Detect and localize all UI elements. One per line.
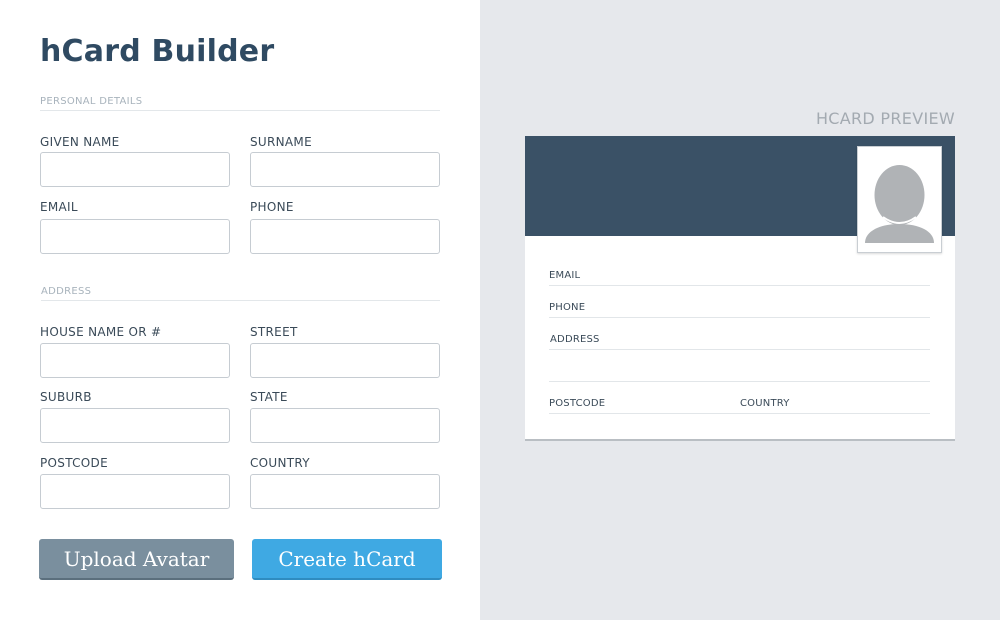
phone-input[interactable] [250,219,440,254]
country-label: COUNTRY [250,456,310,470]
postcode-label: POSTCODE [40,456,108,470]
hcard-phone-label: PHONE [549,302,586,313]
hcard-postcode-label: POSTCODE [549,398,606,409]
phone-label: PHONE [250,200,294,214]
email-input[interactable] [40,219,230,254]
surname-input[interactable] [250,152,440,187]
avatar [857,146,942,253]
section-address: ADDRESS [41,286,440,301]
user-silhouette-icon [858,147,941,252]
hcard-address-line2-row [549,364,930,382]
postcode-input[interactable] [40,474,230,509]
hcard-address-row: ADDRESS [549,332,930,350]
house-label: HOUSE NAME OR # [40,325,162,339]
hcard-preview: EMAIL PHONE ADDRESS POSTCODE COUNTRY [525,136,955,441]
state-label: STATE [250,390,288,404]
surname-label: SURNAME [250,135,312,149]
hcard-phone-row: PHONE [549,300,930,318]
create-hcard-button[interactable]: Create hCard [252,539,442,580]
state-input[interactable] [250,408,440,443]
section-personal-details: PERSONAL DETAILS [40,96,440,111]
preview-panel: HCARD PREVIEW EMAIL PHONE ADDRESS POSTCO… [480,0,1000,620]
street-label: STREET [250,325,298,339]
email-label: EMAIL [40,200,78,214]
house-input[interactable] [40,343,230,378]
hcard-email-row: EMAIL [549,268,930,286]
country-input[interactable] [250,474,440,509]
preview-label: HCARD PREVIEW [815,109,955,128]
given-name-label: GIVEN NAME [40,135,120,149]
hcard-postcode-country-row: POSTCODE COUNTRY [549,396,930,414]
page-title: hCard Builder [40,34,275,69]
street-input[interactable] [250,343,440,378]
hcard-email-label: EMAIL [549,270,581,281]
hcard-address-label: ADDRESS [550,334,600,345]
builder-panel: hCard Builder PERSONAL DETAILS GIVEN NAM… [0,0,480,620]
hcard-country-label: COUNTRY [740,398,790,409]
suburb-label: SUBURB [40,390,92,404]
given-name-input[interactable] [40,152,230,187]
suburb-input[interactable] [40,408,230,443]
upload-avatar-button[interactable]: Upload Avatar [39,539,234,580]
